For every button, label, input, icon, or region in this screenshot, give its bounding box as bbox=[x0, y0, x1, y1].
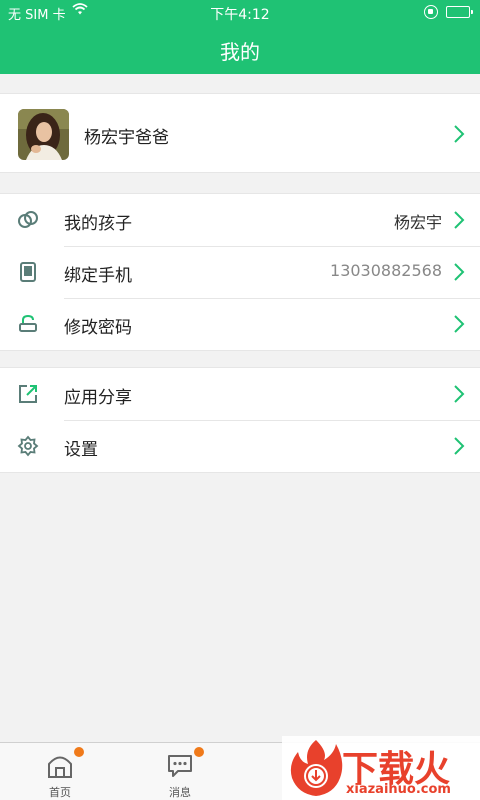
message-icon bbox=[168, 755, 192, 777]
menu-item-settings[interactable]: 设置 bbox=[0, 420, 480, 472]
avatar bbox=[18, 109, 69, 160]
lock-icon bbox=[19, 314, 37, 332]
menu-item-label: 我的孩子 bbox=[64, 214, 132, 234]
notification-badge bbox=[194, 747, 204, 757]
gear-icon bbox=[17, 435, 39, 457]
chevron-right-icon bbox=[454, 211, 465, 229]
menu-item-label: 修改密码 bbox=[64, 318, 132, 338]
menu-item-my-child[interactable]: 我的孩子 杨宏宇 bbox=[0, 194, 480, 246]
watermark: 下载火 xiazaihuo.com bbox=[282, 736, 480, 800]
tab-label: 消息 bbox=[169, 786, 191, 799]
tab-label: 首页 bbox=[49, 786, 71, 799]
share-icon bbox=[19, 385, 37, 403]
flame-logo-icon bbox=[290, 740, 343, 796]
rotation-lock-icon bbox=[424, 5, 438, 19]
menu-item-bind-phone[interactable]: 绑定手机 13030882568 bbox=[0, 246, 480, 298]
chevron-right-icon bbox=[454, 125, 465, 143]
notification-badge bbox=[74, 747, 84, 757]
tab-home[interactable]: 首页 bbox=[0, 743, 120, 800]
page-title: 我的 bbox=[220, 40, 260, 64]
chevron-right-icon bbox=[454, 315, 465, 333]
battery-icon bbox=[446, 6, 473, 18]
home-icon bbox=[48, 756, 72, 778]
menu-item-label: 绑定手机 bbox=[64, 266, 132, 286]
status-bar: 无 SIM 卡 下午4:12 bbox=[0, 0, 480, 24]
watermark-url: xiazaihuo.com bbox=[346, 782, 451, 797]
menu-item-share-app[interactable]: 应用分享 bbox=[0, 368, 480, 420]
status-time: 下午4:12 bbox=[210, 7, 270, 23]
menu-item-label: 应用分享 bbox=[64, 388, 132, 408]
child-name-value: 杨宏宇 bbox=[393, 213, 442, 232]
account-menu: 我的孩子 杨宏宇 绑定手机 13030882568 修改密码 bbox=[0, 193, 480, 351]
profile-name: 杨宏宇爸爸 bbox=[84, 128, 169, 148]
rings-icon bbox=[18, 211, 38, 228]
chevron-right-icon bbox=[454, 263, 465, 281]
chevron-right-icon bbox=[454, 437, 465, 455]
menu-item-label: 设置 bbox=[64, 440, 98, 460]
tab-messages[interactable]: 消息 bbox=[120, 743, 240, 800]
profile-card[interactable]: 杨宏宇爸爸 bbox=[0, 93, 480, 173]
menu-item-change-password[interactable]: 修改密码 bbox=[0, 298, 480, 350]
phone-number-value: 13030882568 bbox=[330, 261, 442, 280]
phone-icon bbox=[20, 262, 36, 282]
app-menu: 应用分享 设置 bbox=[0, 367, 480, 473]
user-photo-icon bbox=[18, 109, 69, 160]
chevron-right-icon bbox=[454, 385, 465, 403]
top-bar: 无 SIM 卡 下午4:12 我的 bbox=[0, 0, 480, 74]
